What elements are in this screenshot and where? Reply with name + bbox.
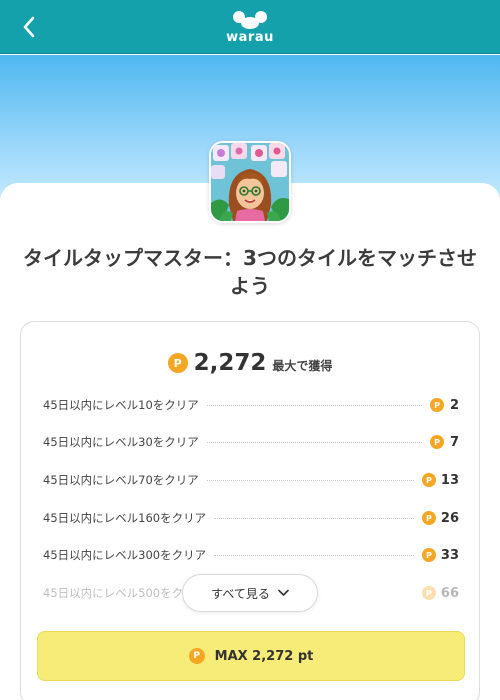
chevron-left-icon [23,16,35,38]
task-points: 7 [449,434,459,450]
warau-logo: warau [224,10,276,46]
point-coin-icon: P [421,548,436,562]
max-points-label: MAX 2,272 pt [214,648,314,664]
task-row: 45日以内にレベル70をクリア P 13 [43,468,459,492]
task-reward: P 33 [421,547,459,563]
point-coin-icon: P [188,648,205,664]
total-points-suffix: 最大で獲得 [272,359,333,373]
task-points: 66 [440,585,459,601]
point-coin-icon: P [430,435,444,449]
point-coin-icon: P [421,511,436,525]
reward-card: P 2,272 最大で獲得 45日以内にレベル10をクリア P 2 45日以内に… [20,321,480,700]
task-reward: P 26 [421,510,459,526]
logo-ears-icon [233,11,267,29]
task-row: 45日以内にレベル160をクリア P 26 [43,506,459,530]
task-reward: P 66 [421,585,459,601]
top-app-bar: warau [0,0,500,54]
point-coin-icon: P [430,398,444,412]
dotted-leader [214,554,414,556]
app-title: タイルタップマスター：3つのタイルをマッチさせよう [23,246,477,298]
task-points: 33 [440,547,459,563]
tile-tap-master-app-icon [211,143,289,221]
see-all-button[interactable]: すべて見る [182,574,318,612]
task-points: 13 [440,472,459,488]
back-button[interactable] [12,10,46,44]
task-reward: P 13 [421,472,459,488]
task-points: 2 [449,397,459,413]
max-points-button[interactable]: P MAX 2,272 pt [37,631,465,681]
task-label: 45日以内にレベル70をクリア [43,473,199,487]
total-reward: P 2,272 最大で獲得 [21,350,479,376]
task-points: 26 [440,510,459,526]
task-row: 45日以内にレベル300をクリア P 33 [43,543,459,567]
task-label: 45日以内にレベル300をクリア [43,548,207,562]
task-row: 45日以内にレベル10をクリア P 2 [43,393,459,417]
see-all-label: すべて見る [211,586,270,601]
dotted-leader [214,517,414,519]
total-points-value: 2,272 [193,350,267,376]
task-reward: P 7 [430,435,459,450]
dotted-leader [206,404,422,406]
chevron-down-icon [278,589,289,596]
task-reward: P 2 [430,398,459,413]
task-label: 45日以内にレベル30をクリア [43,435,199,449]
task-label: 45日以内にレベル160をクリア [43,511,207,525]
task-label: 45日以内にレベル10をクリア [43,398,199,412]
dotted-leader [206,441,422,443]
logo-text: warau [226,30,274,45]
task-row: 45日以内にレベル30をクリア P 7 [43,430,459,454]
dotted-leader [206,479,414,481]
point-coin-icon: P [421,473,436,487]
app-icon [209,141,291,223]
point-coin-icon: P [421,586,436,600]
point-coin-icon: P [167,353,188,373]
